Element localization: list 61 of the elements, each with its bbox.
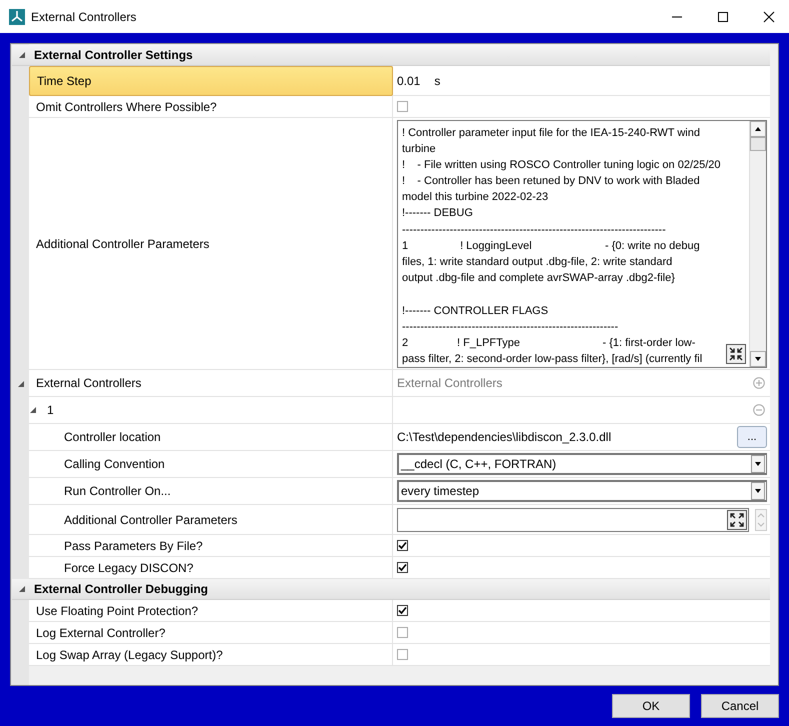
text-line: ------------------------------------------------------------------------ [402, 222, 666, 238]
collection-field[interactable]: External Controllers [397, 376, 502, 390]
unit-text: s [434, 74, 440, 88]
collapse-triangle-icon[interactable] [18, 585, 26, 593]
cancel-button[interactable]: Cancel [701, 694, 779, 718]
property-label[interactable]: 1 [29, 397, 393, 424]
text-line: pass filter, 2: second-order low-pass filter}, [rad/s] (currently fil [402, 352, 702, 366]
checkbox[interactable] [397, 101, 408, 112]
text-line: files, 1: write standard output .dbg-file, 2: write standard [402, 255, 672, 270]
property-label[interactable]: Use Floating Point Protection? [29, 600, 393, 622]
checkbox[interactable] [397, 540, 408, 551]
property-label[interactable]: Log Swap Array (Legacy Support)? [29, 644, 393, 666]
maximize-icon[interactable] [717, 10, 729, 22]
text-line: ! Controller parameter input file for the IEA-15-240-RWT wind [402, 126, 700, 140]
property-label[interactable]: Log External Controller? [29, 622, 393, 644]
category-title: External Controller Settings [34, 48, 193, 62]
category-title: External Controller Debugging [34, 582, 208, 596]
text-line: ----------------------------------------------------------- [402, 320, 618, 335]
collapse-triangle-icon[interactable] [17, 380, 25, 388]
text-line: ! - File written using ROSCO Controller tuning logic on 02/25/20 [402, 158, 721, 173]
property-label[interactable]: Additional Controller Parameters [29, 505, 393, 535]
property-label[interactable]: External Controllers [29, 370, 393, 397]
scroll-up-icon[interactable] [750, 120, 766, 136]
app-logo-icon [9, 8, 25, 24]
text-line: !------- CONTROLLER FLAGS [402, 304, 548, 319]
text-line: ! - Controller has been retuned by DNV to work with Bladed [402, 174, 700, 190]
file-path[interactable]: C:\Test\dependencies\libdiscon_2.3.0.dll [397, 430, 612, 444]
checkbox[interactable] [397, 649, 408, 660]
value-text[interactable]: 0.01 [397, 74, 420, 88]
text-line: output .dbg-file and complete avrSWAP-array .dbg2-file} [402, 271, 675, 286]
window-title: External Controllers [31, 10, 136, 24]
expand-icon[interactable] [727, 510, 747, 530]
text-line: 1 ! LoggingLevel - {0: write no debug [402, 238, 700, 254]
property-label[interactable]: Controller location [29, 424, 393, 451]
browse-button[interactable]: ... [737, 426, 767, 448]
dropdown[interactable]: __cdecl (C, C++, FORTRAN) [397, 453, 767, 475]
checkbox[interactable] [397, 562, 408, 573]
scroll-thumb[interactable] [750, 136, 766, 150]
text-line: turbine [402, 142, 436, 157]
property-label[interactable]: Force Legacy DISCON? [29, 557, 393, 579]
text-line: !------- DEBUG [402, 206, 473, 222]
property-label[interactable]: Run Controller On... [29, 478, 393, 505]
collapse-triangle-icon[interactable] [29, 406, 37, 414]
input-field[interactable] [397, 508, 749, 532]
ok-button[interactable]: OK [612, 694, 690, 718]
close-icon[interactable] [763, 10, 775, 22]
dropdown[interactable]: every timestep [397, 480, 767, 502]
property-label[interactable]: Omit Controllers Where Possible? [29, 96, 393, 118]
scrollbar[interactable] [749, 120, 766, 366]
property-label[interactable]: Additional Controller Parameters [29, 118, 393, 370]
property-label[interactable]: Time Step [29, 66, 393, 96]
text-line: model this turbine 2022-02-23 [402, 190, 548, 206]
checkbox[interactable] [397, 627, 408, 638]
collapse-triangle-icon[interactable] [18, 51, 26, 59]
checkbox[interactable] [397, 605, 408, 616]
property-label[interactable]: Calling Convention [29, 451, 393, 478]
expand-icon[interactable] [726, 344, 746, 364]
property-label[interactable]: Pass Parameters By File? [29, 535, 393, 557]
text-line: 2 ! F_LPFType - {1: first-order low- [402, 336, 696, 351]
scroll-down-icon[interactable] [750, 350, 766, 366]
parameters-text-area[interactable] [397, 120, 767, 368]
